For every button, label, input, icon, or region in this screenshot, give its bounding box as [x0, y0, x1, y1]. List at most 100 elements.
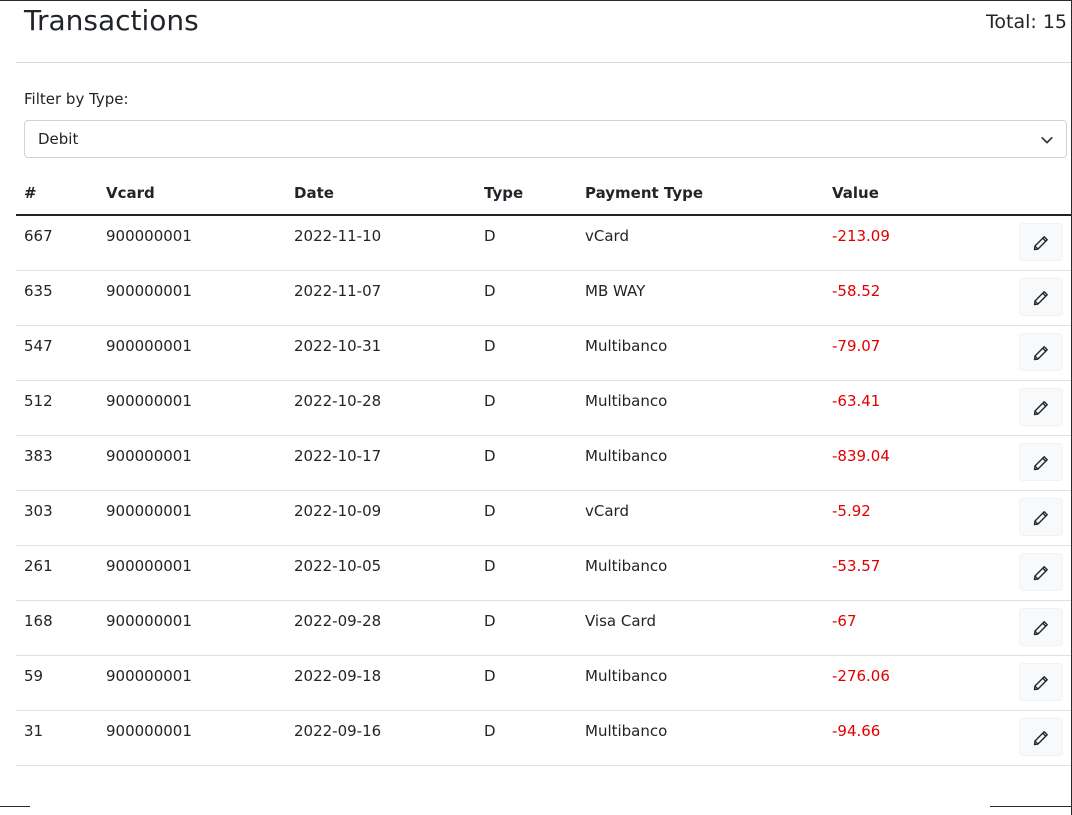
table-row[interactable]: 261 900000001 2022-10-05 D Multibanco -5…	[16, 545, 1071, 601]
filter-type-select[interactable]: Debit	[24, 120, 1067, 158]
transaction-date: 2022-09-18	[294, 666, 382, 685]
pencil-icon	[1033, 345, 1048, 360]
edit-transaction-button[interactable]	[1019, 277, 1063, 316]
transaction-payment-type: MB WAY	[585, 281, 646, 300]
table-row[interactable]: 59 900000001 2022-09-18 D Multibanco -27…	[16, 655, 1071, 711]
transaction-vcard: 900000001	[106, 336, 192, 355]
cell-payment-type: Visa Card	[577, 600, 824, 656]
transaction-value: -839.04	[832, 446, 890, 465]
cell-id: 59	[16, 655, 98, 711]
cell-id: 547	[16, 325, 98, 381]
cell-date: 2022-11-10	[286, 215, 476, 271]
cell-type: D	[476, 325, 577, 381]
cell-vcard: 900000001	[98, 655, 286, 711]
column-header-vcard[interactable]: Vcard	[98, 172, 286, 216]
cell-type: D	[476, 490, 577, 546]
transaction-payment-type: Visa Card	[585, 611, 656, 630]
transaction-date: 2022-09-16	[294, 721, 382, 740]
edit-transaction-button[interactable]	[1019, 387, 1063, 426]
edit-transaction-button[interactable]	[1019, 552, 1063, 591]
column-header-actions	[994, 172, 1071, 216]
transaction-type: D	[484, 721, 496, 740]
cell-date: 2022-10-31	[286, 325, 476, 381]
total-count: Total: 15	[986, 11, 1067, 33]
cell-type: D	[476, 545, 577, 601]
cell-date: 2022-09-28	[286, 600, 476, 656]
cell-value: -213.09	[824, 215, 994, 271]
transaction-type: D	[484, 336, 496, 355]
pencil-icon	[1033, 565, 1048, 580]
cell-actions	[994, 325, 1071, 381]
transaction-payment-type: Multibanco	[585, 391, 668, 410]
column-header-payment-type[interactable]: Payment Type	[577, 172, 824, 216]
cell-vcard: 900000001	[98, 435, 286, 491]
cell-payment-type: Multibanco	[577, 325, 824, 381]
table-row[interactable]: 667 900000001 2022-11-10 D vCard -213.09	[16, 215, 1071, 271]
cell-date: 2022-10-28	[286, 380, 476, 436]
transaction-vcard: 900000001	[106, 501, 192, 520]
transaction-date: 2022-11-10	[294, 227, 382, 245]
transaction-type: D	[484, 666, 496, 685]
edit-transaction-button[interactable]	[1019, 717, 1063, 756]
cell-date: 2022-11-07	[286, 270, 476, 326]
transaction-id: 547	[24, 336, 53, 355]
transaction-vcard: 900000001	[106, 227, 192, 245]
transaction-value: -213.09	[832, 227, 890, 245]
transactions-table: # Vcard Date Type Payment Type Value 667…	[16, 172, 1071, 766]
column-header-value[interactable]: Value	[824, 172, 994, 216]
cell-value: -94.66	[824, 710, 994, 766]
cell-payment-type: vCard	[577, 490, 824, 546]
cell-actions	[994, 380, 1071, 436]
transaction-id: 667	[24, 227, 53, 245]
transaction-value: -79.07	[832, 336, 881, 355]
transaction-type: D	[484, 501, 496, 520]
transaction-id: 635	[24, 281, 53, 300]
column-header-type[interactable]: Type	[476, 172, 577, 216]
cell-id: 512	[16, 380, 98, 436]
cell-id: 261	[16, 545, 98, 601]
cell-vcard: 900000001	[98, 270, 286, 326]
transaction-id: 168	[24, 611, 53, 630]
column-header-date[interactable]: Date	[286, 172, 476, 216]
transaction-vcard: 900000001	[106, 666, 192, 685]
transaction-id: 303	[24, 501, 53, 520]
edit-transaction-button[interactable]	[1019, 662, 1063, 701]
pencil-icon	[1033, 455, 1048, 470]
edit-transaction-button[interactable]	[1019, 332, 1063, 371]
transaction-type: D	[484, 556, 496, 575]
table-row[interactable]: 168 900000001 2022-09-28 D Visa Card -67	[16, 600, 1071, 656]
table-row[interactable]: 383 900000001 2022-10-17 D Multibanco -8…	[16, 435, 1071, 491]
transaction-payment-type: Multibanco	[585, 336, 668, 355]
transaction-date: 2022-10-28	[294, 391, 382, 410]
transaction-vcard: 900000001	[106, 721, 192, 740]
transaction-vcard: 900000001	[106, 281, 192, 300]
transaction-vcard: 900000001	[106, 446, 192, 465]
cell-type: D	[476, 655, 577, 711]
cell-date: 2022-10-09	[286, 490, 476, 546]
edit-transaction-button[interactable]	[1019, 442, 1063, 481]
page-title: Transactions	[24, 4, 199, 37]
transaction-payment-type: vCard	[585, 501, 629, 520]
pencil-icon	[1033, 730, 1048, 745]
table-row[interactable]: 547 900000001 2022-10-31 D Multibanco -7…	[16, 325, 1071, 381]
transaction-type: D	[484, 227, 496, 245]
table-row[interactable]: 635 900000001 2022-11-07 D MB WAY -58.52	[16, 270, 1071, 326]
column-header-id[interactable]: #	[16, 172, 98, 216]
cell-actions	[994, 710, 1071, 766]
edit-transaction-button[interactable]	[1019, 223, 1063, 261]
table-row[interactable]: 512 900000001 2022-10-28 D Multibanco -6…	[16, 380, 1071, 436]
cell-type: D	[476, 270, 577, 326]
cell-vcard: 900000001	[98, 325, 286, 381]
pencil-icon	[1033, 510, 1048, 525]
edit-transaction-button[interactable]	[1019, 497, 1063, 536]
transaction-type: D	[484, 611, 496, 630]
table-row[interactable]: 31 900000001 2022-09-16 D Multibanco -94…	[16, 710, 1071, 766]
cell-actions	[994, 435, 1071, 491]
pencil-icon	[1033, 620, 1048, 635]
table-row[interactable]: 303 900000001 2022-10-09 D vCard -5.92	[16, 490, 1071, 546]
edit-transaction-button[interactable]	[1019, 607, 1063, 646]
cell-vcard: 900000001	[98, 710, 286, 766]
table-header-row: # Vcard Date Type Payment Type Value	[16, 172, 1071, 216]
cell-value: -58.52	[824, 270, 994, 326]
cell-actions	[994, 600, 1071, 656]
